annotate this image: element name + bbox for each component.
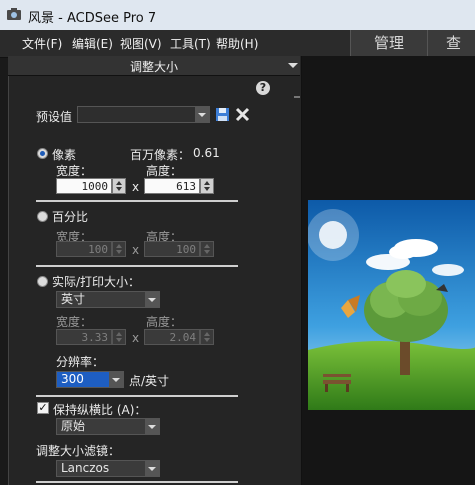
actual-times-sign: x	[132, 331, 140, 345]
actual-width-input[interactable]: 3.33	[56, 329, 112, 345]
window-title: 风景 - ACDSee Pro 7	[28, 11, 157, 26]
landscape-photo	[308, 200, 475, 410]
resolution-label: 分辨率：	[56, 355, 105, 369]
menu-tools[interactable]: 工具(T)	[170, 35, 211, 52]
pixels-label: 像素	[52, 148, 77, 162]
percent-height-input[interactable]: 100	[144, 241, 200, 257]
percent-height-spinner[interactable]	[200, 241, 214, 257]
panel-header: 调整大小	[8, 56, 300, 76]
collapse-icon[interactable]	[288, 63, 298, 68]
help-icon[interactable]: ?	[256, 81, 270, 95]
actual-width-spinner[interactable]	[112, 329, 126, 345]
pixels-height-spinner[interactable]	[200, 178, 214, 194]
pixels-height-label: 高度：	[146, 164, 183, 178]
pixels-width-input[interactable]: 1000	[56, 178, 112, 194]
percent-radio[interactable]	[37, 211, 48, 222]
preset-label: 预设值	[36, 110, 73, 124]
mode-tab-manage[interactable]: 管理	[350, 30, 427, 56]
menu-help[interactable]: 帮助(H)	[216, 35, 258, 52]
actual-width-label: 宽度：	[56, 315, 93, 329]
pixels-times-sign: x	[132, 180, 140, 194]
resize-filter-label: 调整大小滤镜：	[36, 444, 121, 458]
keep-aspect-label: 保持纵横比 (A)：	[53, 403, 147, 417]
delete-icon[interactable]	[235, 107, 250, 122]
save-icon[interactable]	[215, 107, 230, 122]
percent-times-sign: x	[132, 243, 140, 257]
separator	[36, 265, 238, 267]
actual-height-input[interactable]: 2.04	[144, 329, 200, 345]
pixels-width-label: 宽度：	[56, 164, 93, 178]
keep-aspect-checkbox[interactable]: ✓	[37, 402, 49, 414]
percent-label: 百分比	[52, 210, 89, 224]
title-bar: 风景 - ACDSee Pro 7	[0, 0, 475, 30]
scrollbar-thumb[interactable]	[294, 96, 300, 98]
aspect-select[interactable]: 原始	[56, 418, 160, 435]
unit-select[interactable]: 英寸	[56, 291, 160, 308]
actual-height-label: 高度：	[146, 315, 183, 329]
menu-view[interactable]: 视图(V)	[120, 35, 162, 52]
actual-height-spinner[interactable]	[200, 329, 214, 345]
menu-edit[interactable]: 编辑(E)	[72, 35, 113, 52]
pixels-height-input[interactable]: 613	[144, 178, 200, 194]
percent-width-input[interactable]: 100	[56, 241, 112, 257]
megapixels-label: 百万像素：	[130, 148, 191, 162]
separator	[36, 395, 238, 397]
percent-width-spinner[interactable]	[112, 241, 126, 257]
pixels-width-spinner[interactable]	[112, 178, 126, 194]
app-camera-icon	[7, 8, 21, 20]
preset-select[interactable]	[77, 106, 210, 123]
panel-title: 调整大小	[129, 60, 178, 74]
megapixels-value: 0.61	[193, 146, 220, 160]
mode-tab-view[interactable]: 查看	[427, 30, 475, 56]
separator	[36, 481, 238, 483]
resolution-select[interactable]: 300	[56, 371, 124, 388]
resize-filter-select[interactable]: Lanczos	[56, 460, 160, 477]
menu-file[interactable]: 文件(F)	[22, 35, 62, 52]
separator	[36, 200, 238, 202]
pixels-radio[interactable]	[37, 148, 48, 159]
resolution-unit: 点/英寸	[129, 374, 170, 388]
actual-size-label: 实际/打印大小：	[52, 275, 141, 289]
actual-size-radio[interactable]	[37, 276, 48, 287]
